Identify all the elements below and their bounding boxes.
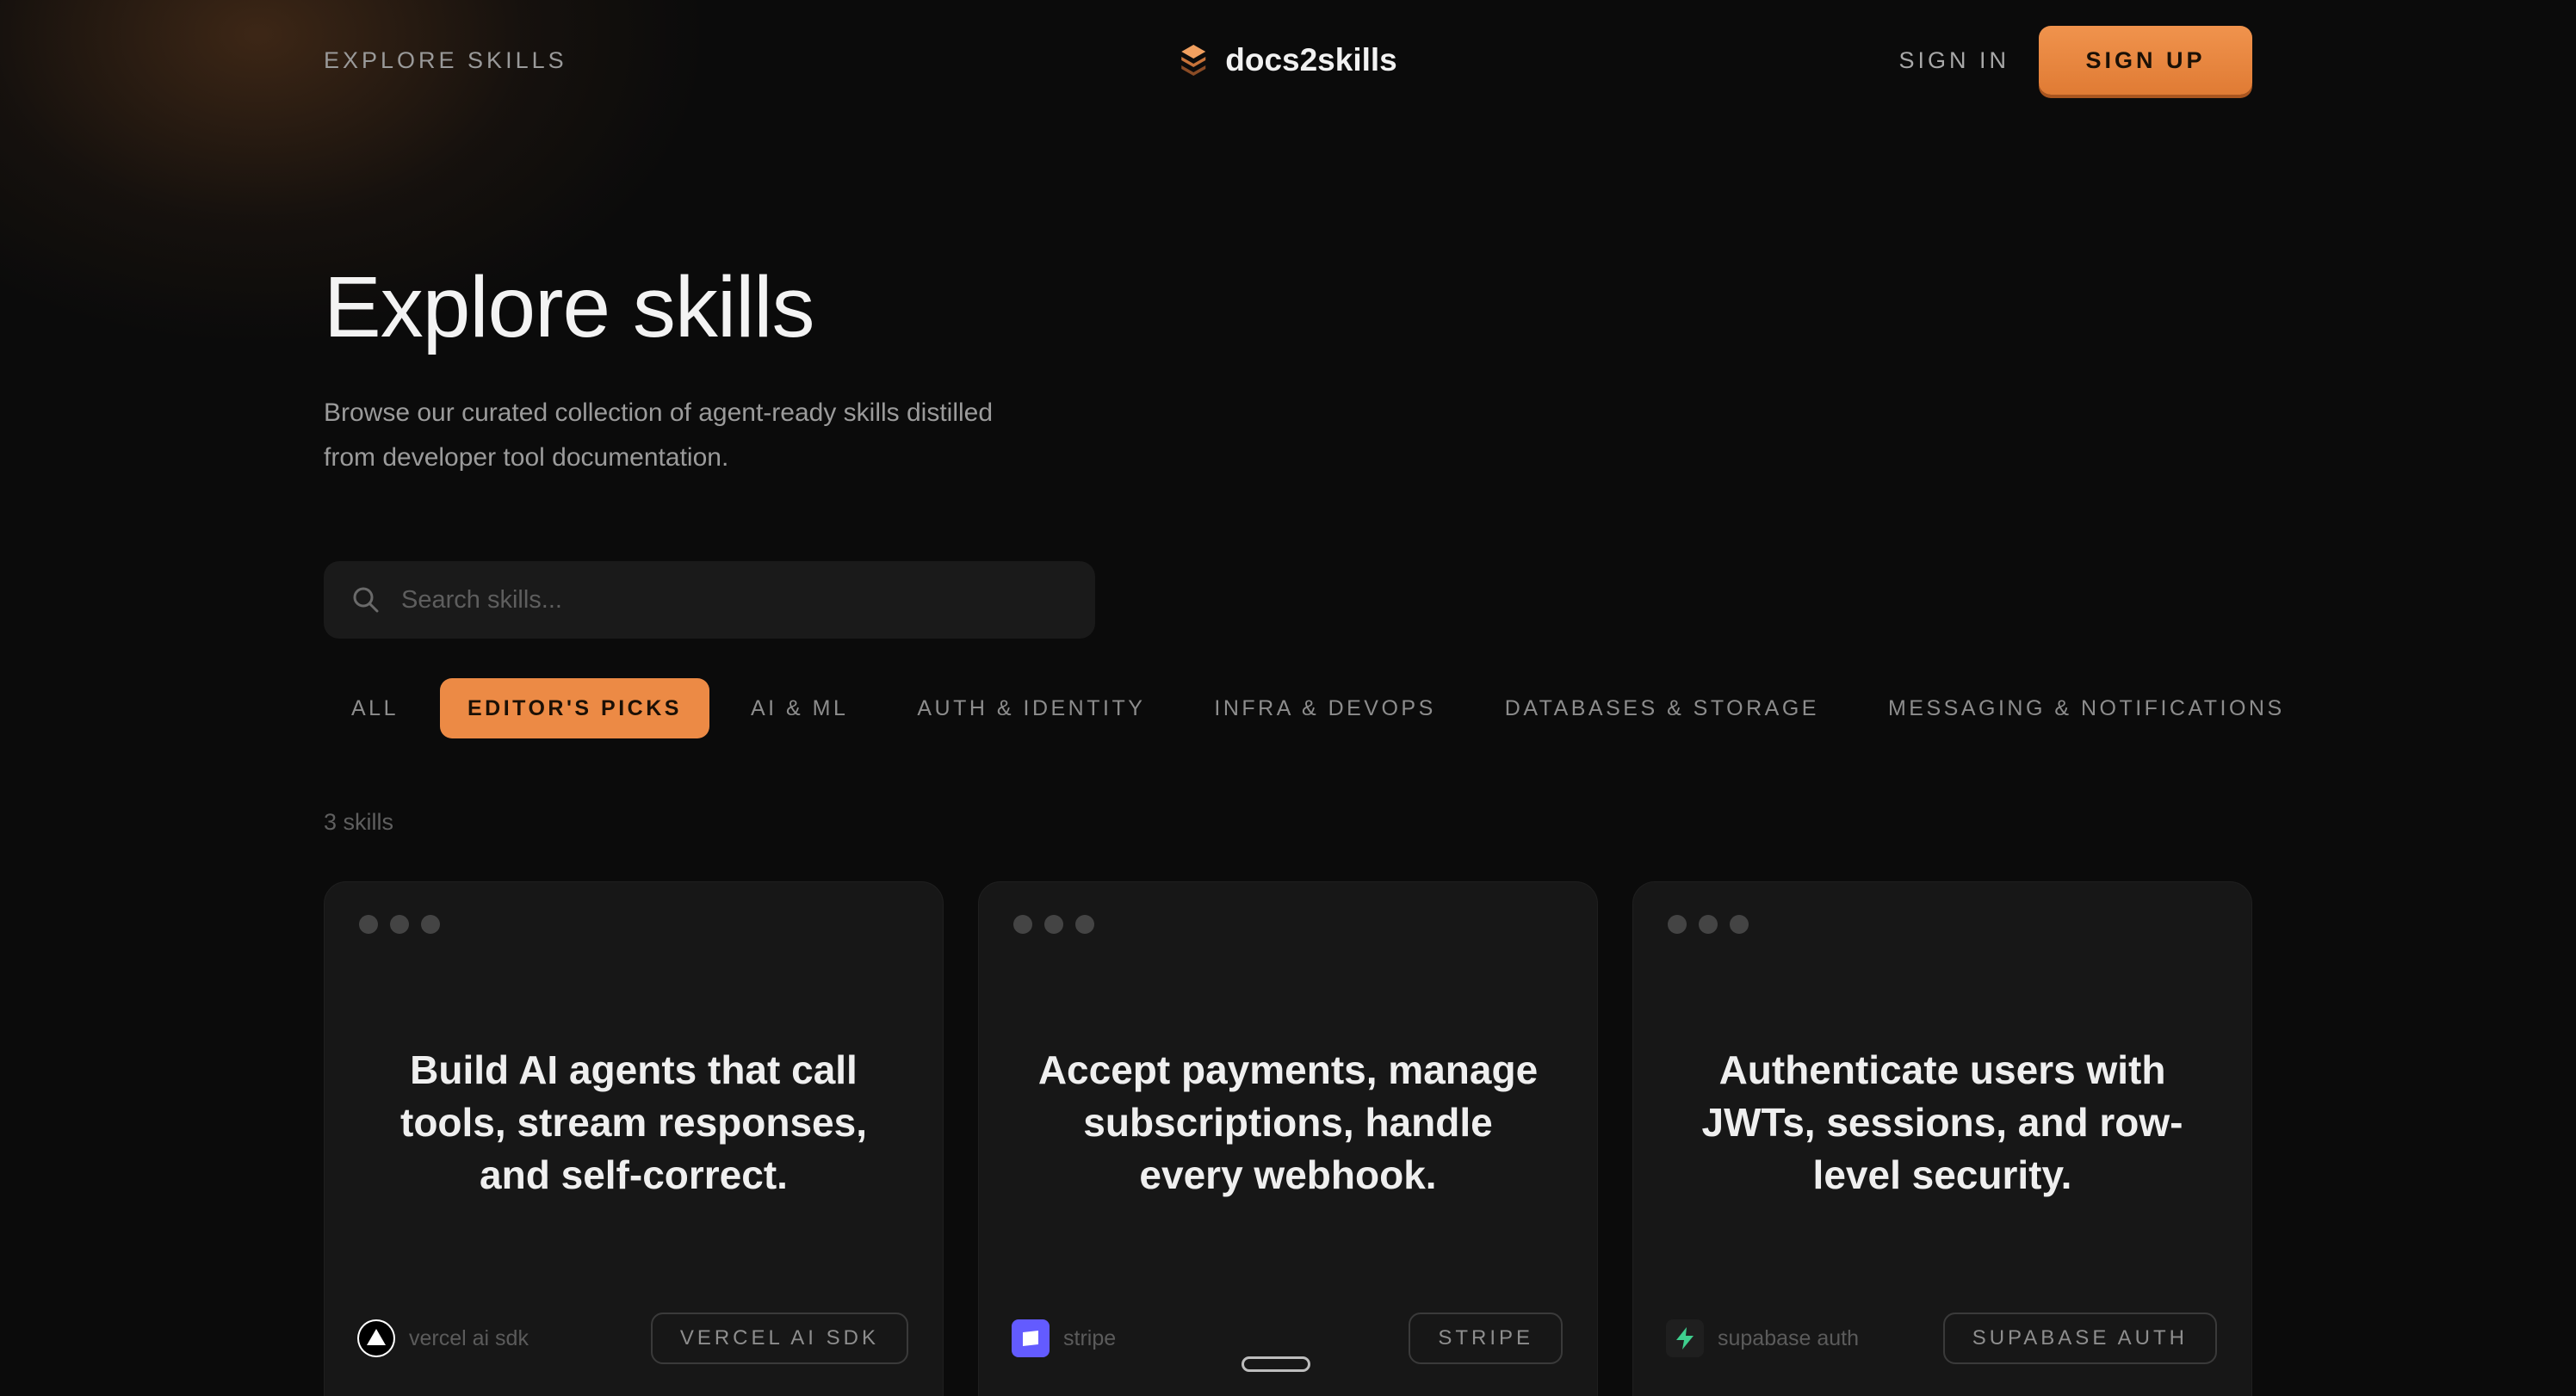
page-subtitle-line: Browse our curated collection of agent-r… [324, 398, 994, 427]
vendor-tag[interactable]: SUPABASE AUTH [1942, 1313, 2217, 1364]
brand[interactable]: docs2skills [1179, 26, 1397, 95]
search-input[interactable] [401, 585, 1073, 615]
top-nav: EXPLORE SKILLS docs2skills SIGN IN SIGN … [324, 26, 2252, 95]
skill-card-vercel-ai-sdk[interactable]: Build AI agents that call tools, stream … [324, 881, 944, 1396]
window-dot [390, 915, 409, 934]
page: EXPLORE SKILLS docs2skills SIGN IN SIGN … [0, 0, 2576, 1396]
window-dot [1668, 915, 1687, 934]
sign-in-link[interactable]: SIGN IN [1898, 47, 2009, 74]
vercel-triangle-icon [357, 1319, 395, 1357]
brand-name: docs2skills [1225, 42, 1397, 77]
filter-infra-devops[interactable]: INFRA & DEVOPS [1186, 678, 1463, 738]
category-filters: ALL EDITOR'S PICKS AI & ML AUTH & IDENTI… [324, 678, 2313, 738]
window-dot [1013, 915, 1032, 934]
window-dot [359, 915, 378, 934]
window-dot [1699, 915, 1718, 934]
vendor-name: supabase auth [1718, 1325, 1860, 1350]
window-dot [1075, 915, 1094, 934]
skill-cards: Build AI agents that call tools, stream … [324, 881, 2252, 1396]
scroll-indicator[interactable] [1242, 1356, 1310, 1372]
vendor: supabase auth [1666, 1319, 1859, 1357]
window-dots [1668, 915, 1749, 934]
filter-editors-picks[interactable]: EDITOR'S PICKS [439, 678, 709, 738]
skill-card-stripe[interactable]: Accept payments, manage subscriptions, h… [978, 881, 1598, 1396]
supabase-bolt-icon [1666, 1319, 1704, 1357]
stripe-icon [1012, 1319, 1050, 1357]
vendor-tag[interactable]: VERCEL AI SDK [650, 1313, 908, 1364]
auth-actions: SIGN IN SIGN UP [1898, 26, 2252, 95]
vendor-name: vercel ai sdk [409, 1325, 529, 1350]
filter-ai-ml[interactable]: AI & ML [723, 678, 876, 738]
window-dots [359, 915, 440, 934]
explore-skills-link[interactable]: EXPLORE SKILLS [324, 47, 567, 74]
filter-all[interactable]: ALL [324, 678, 426, 738]
window-dot [1730, 915, 1749, 934]
brand-logo-icon [1181, 45, 1206, 76]
skill-headline: Build AI agents that call tools, stream … [400, 1047, 867, 1197]
vendor: vercel ai sdk [357, 1319, 529, 1357]
search-icon [353, 587, 379, 613]
skill-headline: Accept payments, manage subscriptions, h… [1037, 1047, 1539, 1197]
card-footer: vercel ai sdk VERCEL AI SDK [357, 1313, 908, 1364]
window-dot [421, 915, 440, 934]
page-title: Explore skills [324, 259, 814, 355]
page-subtitle: Browse our curated collection of agent-r… [324, 391, 1099, 480]
window-dot [1044, 915, 1063, 934]
filter-auth-identity[interactable]: AUTH & IDENTITY [889, 678, 1173, 738]
vendor: stripe [1012, 1319, 1116, 1357]
window-dots [1013, 915, 1094, 934]
vendor-name: stripe [1063, 1325, 1117, 1350]
skill-card-supabase-auth[interactable]: Authenticate users with JWTs, sessions, … [1632, 881, 2252, 1396]
filter-databases-storage[interactable]: DATABASES & STORAGE [1477, 678, 1847, 738]
page-subtitle-line: from developer tool documentation. [324, 443, 729, 472]
vendor-tag[interactable]: STRIPE [1409, 1313, 1563, 1364]
filter-messaging-notifications[interactable]: MESSAGING & NOTIFICATIONS [1861, 678, 2313, 738]
results-count: 3 skills [324, 809, 394, 835]
card-footer: supabase auth SUPABASE AUTH [1666, 1313, 2217, 1364]
search-bar[interactable] [324, 561, 1095, 639]
sign-up-button[interactable]: SIGN UP [2039, 26, 2252, 95]
skill-headline: Authenticate users with JWTs, sessions, … [1701, 1047, 2183, 1197]
